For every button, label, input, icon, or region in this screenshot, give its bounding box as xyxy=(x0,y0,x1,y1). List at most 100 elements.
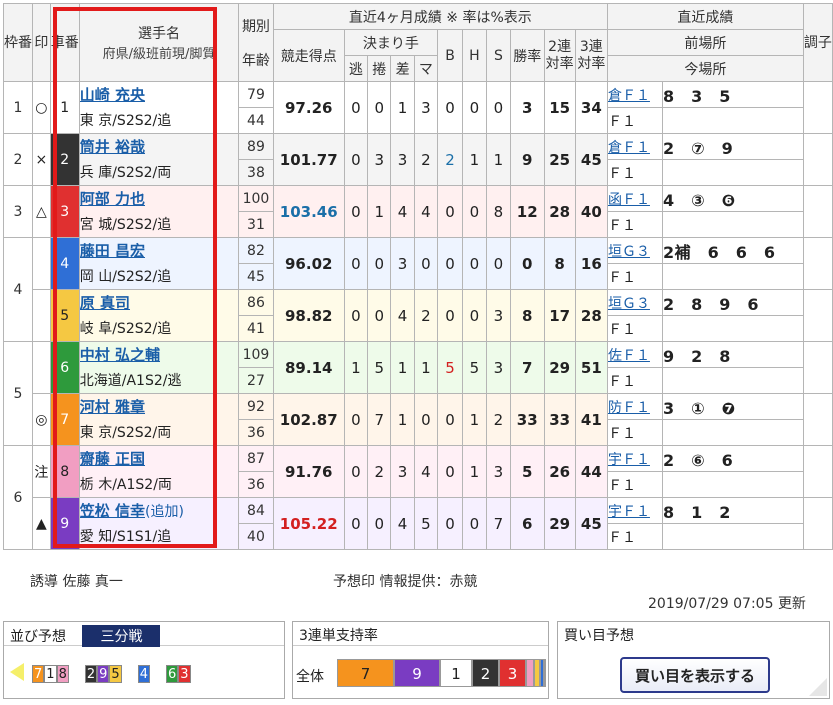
racer-name: 笠松 信幸(追加) xyxy=(78,497,240,524)
kimarite-sashi: 3 xyxy=(390,445,415,498)
prev-meet-link[interactable]: 倉Ｆ１ xyxy=(608,88,649,104)
narabi-car: 6 xyxy=(165,665,179,683)
racer-name-link[interactable]: 原 真司 xyxy=(80,294,130,312)
kimarite-mark_k: 4 xyxy=(413,185,439,238)
racer-score: 101.77 xyxy=(272,133,345,186)
prediction-mark: ▲ xyxy=(32,497,51,550)
racer-name-suffix: (追加) xyxy=(145,504,184,521)
win-rate: 33 xyxy=(509,393,545,446)
r2-header: 2連対率 xyxy=(543,29,576,82)
prev-meet-link[interactable]: 防Ｆ１ xyxy=(608,400,649,416)
racer-name: 阿部 力也 xyxy=(78,185,240,212)
racer-age: 44 xyxy=(238,107,274,134)
win-rate: 6 xyxy=(509,497,545,550)
current-meet: Ｆ１ xyxy=(606,107,664,134)
current-meet: Ｆ１ xyxy=(606,315,664,342)
racer-score: 96.02 xyxy=(272,237,345,290)
racer-score: 97.26 xyxy=(272,81,345,134)
condition-cell xyxy=(802,289,833,342)
prediction-mark xyxy=(32,237,51,290)
kimarite-makuri: 0 xyxy=(367,497,392,550)
racer-name-link[interactable]: 笠松 信幸 xyxy=(80,502,145,520)
kimarite-mark_k: 4 xyxy=(413,445,439,498)
narabi-car: 4 xyxy=(137,665,150,683)
condition-cell xyxy=(802,81,833,134)
racer-name: 齋藤 正国 xyxy=(78,445,240,472)
s-count: 2 xyxy=(485,393,511,446)
prev-results: 4 ③ ❻ xyxy=(662,185,804,212)
prev-meet-link[interactable]: 函Ｆ１ xyxy=(608,192,649,208)
car-number: 6 xyxy=(49,341,80,394)
kimarite-sashi: 3 xyxy=(390,133,415,186)
racer-name-link[interactable]: 山崎 充央 xyxy=(80,86,145,104)
racer-name-link[interactable]: 河村 雅章 xyxy=(80,398,145,416)
racer-name-link[interactable]: 藤田 昌宏 xyxy=(80,242,145,260)
racer-name-link[interactable]: 齋藤 正国 xyxy=(80,450,145,468)
page-curl-icon xyxy=(809,678,827,696)
car-number: 3 xyxy=(49,185,80,238)
racer-name-link[interactable]: 阿部 力也 xyxy=(80,190,145,208)
narabi-group: 63 xyxy=(165,663,191,683)
win-rate: 7 xyxy=(509,341,545,394)
narabi-line: 718295463 xyxy=(4,646,284,698)
racer-period: 87 xyxy=(238,445,274,472)
support-bar: 7 xyxy=(337,659,394,687)
waku-number: 3 xyxy=(3,185,33,238)
rentai3-rate: 45 xyxy=(574,133,608,186)
s-count: 7 xyxy=(485,497,511,550)
b-count: 0 xyxy=(437,497,463,550)
prev-meet: 宇Ｆ１ xyxy=(606,445,664,472)
zenba-header: 前場所 xyxy=(606,29,804,56)
kimarite-makuri: 0 xyxy=(367,81,392,134)
racer-age: 36 xyxy=(238,471,274,498)
racer-profile: 栃 木/A1S2/両 xyxy=(78,471,240,498)
narabi-car: 5 xyxy=(109,665,122,683)
win-rate-header: 勝率 xyxy=(509,29,545,82)
prev-meet-link[interactable]: 垣Ｇ３ xyxy=(608,244,649,260)
player-header: 選手名 府県/級班前現/脚質 xyxy=(78,3,240,82)
racer-row: 5原 真司 86 98.82 0 0 4 2 0 0 3 8 17 28 垣Ｇ３ 2 8 9 6 xyxy=(3,289,833,342)
prev-results: 8 1 2 xyxy=(662,497,804,524)
support-label: 全体 xyxy=(296,669,324,685)
prev-meet-link[interactable]: 宇Ｆ１ xyxy=(608,452,649,468)
racer-name: 筒井 裕哉 xyxy=(78,133,240,160)
kimarite-nige: 1 xyxy=(343,341,369,394)
prev-results: 2 8 9 6 xyxy=(662,289,804,316)
current-results xyxy=(662,107,804,134)
racer-age: 40 xyxy=(238,523,274,550)
show-kaime-button[interactable]: 買い目を表示する xyxy=(620,657,770,693)
narabi-car: 2 xyxy=(84,665,98,683)
kimarite-sashi: 4 xyxy=(390,289,415,342)
car-number: 4 xyxy=(49,237,80,290)
win-rate: 8 xyxy=(509,289,545,342)
current-meet: Ｆ１ xyxy=(606,367,664,394)
age-label: 年齢 xyxy=(241,52,270,69)
racer-score: 89.14 xyxy=(272,341,345,394)
condition-cell xyxy=(802,497,833,550)
narabi-panel: 並び予想 三分戦 718295463 xyxy=(3,621,285,699)
prev-meet-link[interactable]: 宇Ｆ１ xyxy=(608,504,649,520)
prediction-mark: 注 xyxy=(32,445,51,498)
rentai2-rate: 26 xyxy=(543,445,576,498)
current-meet: Ｆ１ xyxy=(606,471,664,498)
current-results xyxy=(662,471,804,498)
racer-period: 100 xyxy=(238,185,274,212)
kimarite-makuri: 5 xyxy=(367,341,392,394)
prev-meet: 垣Ｇ３ xyxy=(606,289,664,316)
prev-results: 3 ① ❼ xyxy=(662,393,804,420)
prev-meet-link[interactable]: 倉Ｆ１ xyxy=(608,140,649,156)
rentai2-rate: 15 xyxy=(543,81,576,134)
k-nige-header: 逃 xyxy=(343,55,369,82)
h-count: 0 xyxy=(461,497,487,550)
prev-meet-link[interactable]: 佐Ｆ１ xyxy=(608,348,649,364)
kimarite-mark_k: 2 xyxy=(413,133,439,186)
kimarite-mark_k: 3 xyxy=(413,81,439,134)
rentai3-rate: 45 xyxy=(574,497,608,550)
yoso-credit: 予想印 情報提供：赤競 xyxy=(333,574,478,590)
prev-meet-link[interactable]: 垣Ｇ３ xyxy=(608,296,649,312)
prev-meet: 倉Ｆ１ xyxy=(606,133,664,160)
rentai3-rate: 40 xyxy=(574,185,608,238)
prev-results: 8 3 5 xyxy=(662,81,804,108)
racer-name-link[interactable]: 筒井 裕哉 xyxy=(80,138,145,156)
racer-name-link[interactable]: 中村 弘之輔 xyxy=(80,346,160,364)
